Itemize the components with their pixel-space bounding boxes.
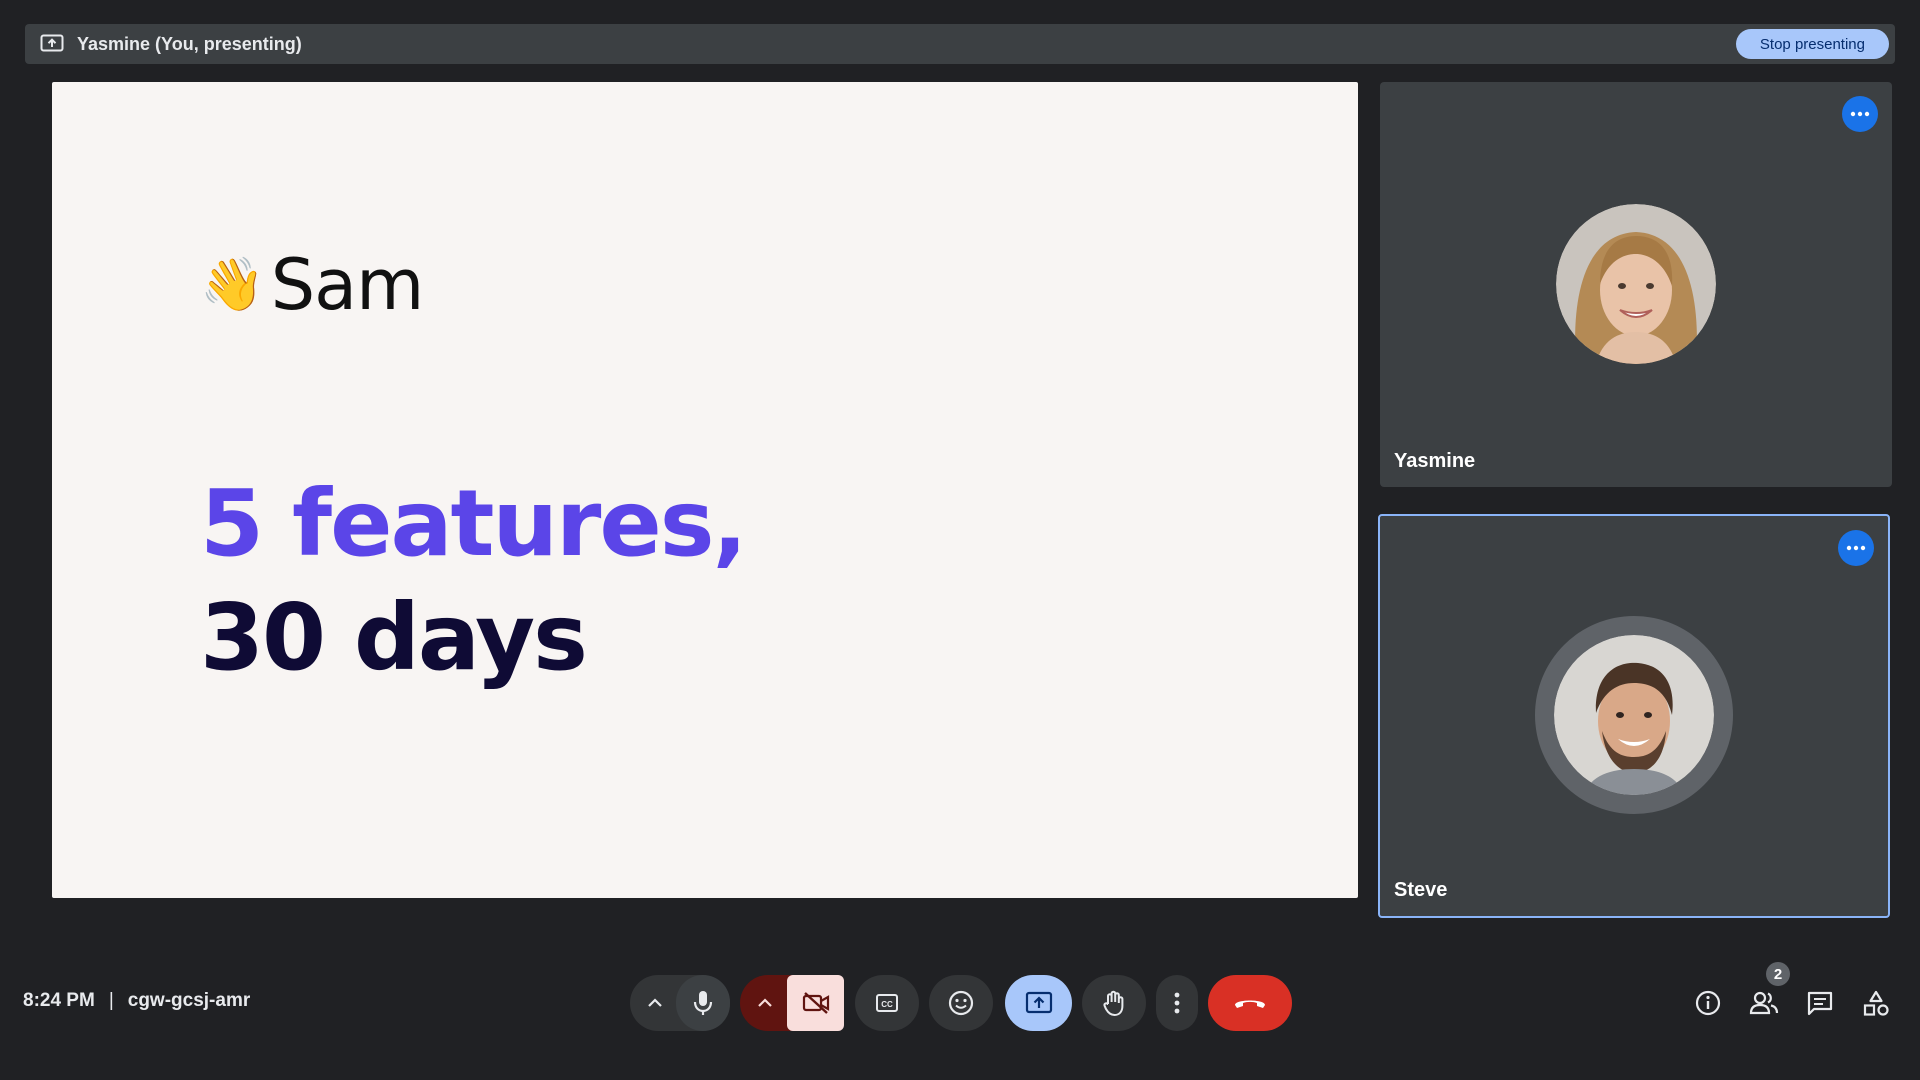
meeting-code: cgw-gcsj-amr	[127, 990, 251, 1011]
more-options-button[interactable]	[1156, 975, 1198, 1031]
raise-hand-button[interactable]	[1082, 975, 1146, 1031]
participant-tile-yasmine[interactable]: Yasmine	[1380, 82, 1892, 487]
videocam-off-icon	[802, 992, 829, 1014]
meeting-details-button[interactable]	[1690, 985, 1726, 1021]
wave-emoji: 👋	[200, 256, 265, 314]
meeting-info: 8:24 PM | cgw-gcsj-amr	[23, 990, 250, 1012]
present-screen-icon	[39, 31, 65, 57]
video-options-button[interactable]	[746, 975, 784, 1031]
presenting-banner: Yasmine (You, presenting) Stop presentin…	[25, 24, 1895, 64]
presenting-title: Yasmine (You, presenting)	[77, 33, 302, 54]
meeting-time: 8:24 PM	[23, 990, 95, 1011]
presentation-slide: 👋 Sam 5 features, 30 days	[52, 82, 1358, 898]
captions-button[interactable]: CC	[855, 975, 919, 1031]
closed-captions-icon: CC	[876, 994, 898, 1012]
avatar	[1556, 204, 1716, 364]
slide-logo: 👋 Sam	[200, 244, 425, 326]
more-horiz-icon[interactable]	[1842, 96, 1878, 132]
svg-text:CC: CC	[881, 1000, 893, 1009]
mic-icon	[693, 991, 713, 1015]
reactions-button[interactable]	[929, 975, 993, 1031]
people-count-badge: 2	[1766, 962, 1790, 986]
slide-logo-text: Sam	[270, 244, 425, 326]
avatar	[1554, 635, 1714, 795]
chat-icon	[1807, 991, 1833, 1016]
chevron-up-icon	[648, 998, 662, 1007]
info-icon	[1695, 990, 1721, 1016]
present-screen-icon	[1025, 991, 1052, 1014]
avatar-speaking-ring	[1535, 616, 1733, 814]
activities-icon	[1863, 990, 1889, 1016]
participant-name: Steve	[1394, 879, 1448, 901]
slide-headline-line1: 5 features,	[200, 470, 747, 577]
mic-button[interactable]	[676, 975, 730, 1031]
emoji-icon	[948, 990, 974, 1016]
audio-options-button[interactable]	[636, 975, 674, 1031]
participant-name: Yasmine	[1394, 450, 1476, 472]
hand-icon	[1103, 990, 1124, 1017]
camera-button[interactable]	[787, 975, 844, 1031]
more-horiz-icon[interactable]	[1838, 530, 1874, 566]
stop-presenting-button[interactable]: Stop presenting	[1735, 29, 1889, 59]
call-end-icon	[1235, 1000, 1265, 1008]
meeting-separator: |	[108, 990, 114, 1011]
people-button[interactable]	[1746, 985, 1782, 1021]
chat-button[interactable]	[1802, 985, 1838, 1021]
more-vert-icon	[1174, 992, 1180, 1014]
leave-call-button[interactable]	[1208, 975, 1292, 1031]
participant-tile-steve[interactable]: Steve	[1378, 514, 1890, 918]
slide-headline-line2: 30 days	[200, 584, 588, 691]
present-button[interactable]	[1005, 975, 1072, 1031]
activities-button[interactable]	[1858, 985, 1894, 1021]
people-icon	[1749, 991, 1779, 1015]
chevron-up-icon	[758, 998, 772, 1007]
